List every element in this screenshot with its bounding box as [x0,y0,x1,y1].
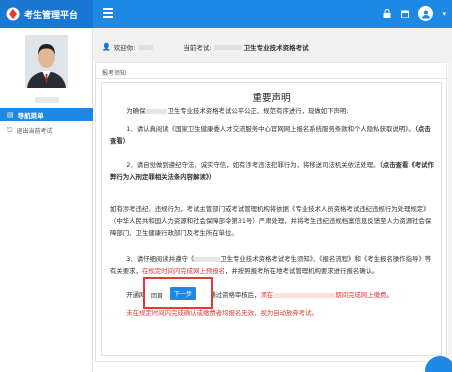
scrollbar[interactable] [448,62,452,362]
notice-card: 重要声明 为确保 卫生专业技术资格考试公平公正、规范有序进行，现做如下声明: 1．… [101,82,442,356]
avatar-icon[interactable] [418,6,434,21]
top-bar: 考生管理平台 ▾ [0,0,452,28]
back-button[interactable]: 回首 [151,291,163,300]
welcome-label: 欢迎你: [113,44,136,52]
exam-year-blurred [213,44,242,50]
notice-panel: 报考须知 重要声明 为确保 卫生专业技术资格考试公平公正、规范有序进行，现做如下声… [95,62,448,362]
notice-item-3: 3．请仔细阅读并遵守《 卫生专业技术资格考试考生须知》、《报名流程》和《考生报名操… [110,255,432,275]
exit-icon: ⎋ [7,126,13,134]
user-icon: 👤 [102,43,111,51]
sidebar: ▤ 导航菜单 ⎋ 退出当前考试 [0,28,93,372]
app-logo-icon [6,7,20,21]
current-exam-label: 当前考试: [183,44,212,52]
nav-menu-label: 导航菜单 [17,111,44,120]
notice-heading: 重要声明 [252,93,291,104]
notice-item-2: 2．请自觉做到遵纪守法、诚实守信，如有涉考违法犯罪行为，将移送司法机关依法处理。… [110,161,434,181]
chevron-down-icon[interactable]: ▾ [442,10,446,18]
hamburger-icon[interactable] [103,8,114,20]
lock-icon[interactable] [382,9,391,18]
app-title: 考生管理平台 [24,10,79,21]
notice-item-1: 1．请认真阅读《国家卫生健康委人才交流服务中心官网网上报名系统服务条款和个人隐私… [110,125,431,145]
user-photo [25,35,68,88]
menu-icon: ▤ [7,110,14,119]
user-name [14,95,80,104]
info-bar: 👤 欢迎你: 当前考试: 卫生专业技术资格考试 [93,28,452,62]
notice-intro: 为确保 卫生专业技术资格考试公平公正、规范有序进行，现做如下声明: [126,107,349,115]
current-exam-name: 卫生专业技术资格考试 [243,44,309,52]
app-logo-area: 考生管理平台 [0,0,93,28]
notice-item-2-detail: 如有涉考违纪、违规行为，考试主管部门或考试管理机构将依据《专业技术人员资格考试违… [110,205,432,237]
sidebar-item-exit-exam[interactable]: ⎋ 退出当前考试 [0,124,93,137]
user-name-blurred [139,44,154,50]
nav-menu-header: ▤ 导航菜单 [0,108,93,121]
sidebar-item-label: 退出当前考试 [16,128,53,135]
calendar-icon[interactable] [400,9,409,18]
button-group: 回首 下一步 [143,277,213,309]
panel-title: 报考须知 [102,70,127,77]
next-button[interactable]: 下一步 [170,287,196,300]
registration-deadline-text: 在规定时间内完成网上预报名 [141,267,226,275]
